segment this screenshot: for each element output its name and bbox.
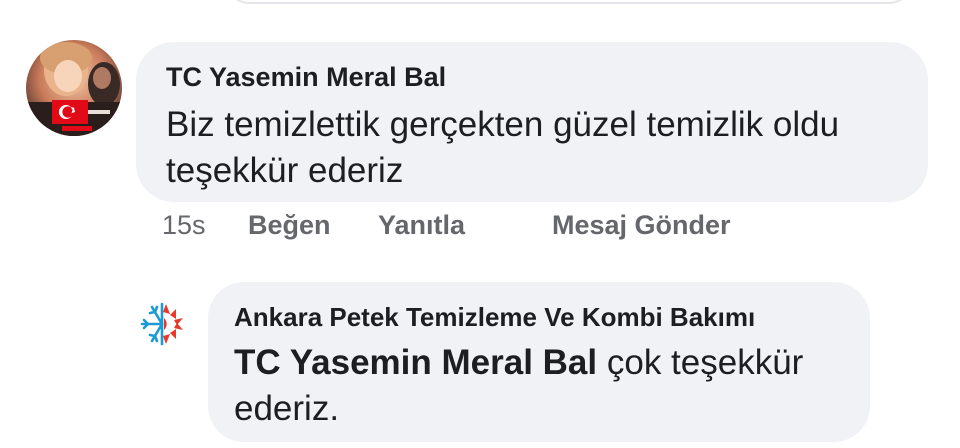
snowflake-sun-logo-icon — [140, 302, 183, 346]
comment-timestamp[interactable]: 15s — [162, 210, 206, 241]
send-message-button[interactable]: Mesaj Gönder — [552, 210, 731, 241]
page-avatar[interactable] — [134, 296, 190, 352]
like-button[interactable]: Beğen — [248, 210, 331, 241]
commenter-avatar[interactable] — [26, 40, 122, 136]
comment-bubble: TC Yasemin Meral Bal Biz temizlettik ger… — [136, 42, 928, 202]
previous-comment-bubble-edge — [222, 0, 916, 4]
reply-author-name[interactable]: Ankara Petek Temizleme Ve Kombi Bakımı — [234, 302, 755, 333]
reply-bubble: Ankara Petek Temizleme Ve Kombi Bakımı T… — [208, 282, 870, 442]
reply-mention-link[interactable]: TC Yasemin Meral Bal — [234, 343, 597, 382]
comment-author-name[interactable]: TC Yasemin Meral Bal — [166, 62, 446, 93]
profile-photo-icon — [26, 40, 122, 136]
comment-text: Biz temizlettik gerçekten güzel temizlik… — [166, 105, 840, 190]
reply-button[interactable]: Yanıtla — [378, 210, 465, 241]
reply-text: TC Yasemin Meral Bal çok teşekkür ederiz… — [234, 340, 854, 432]
